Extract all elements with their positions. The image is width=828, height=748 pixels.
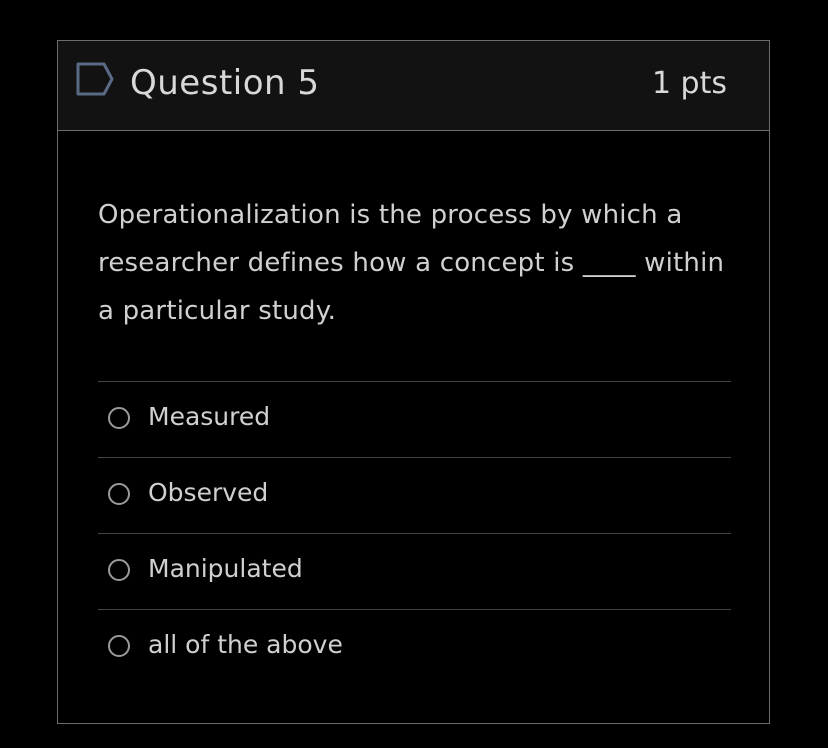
flag-icon[interactable] [74,61,116,97]
answer-list: Measured Observed Manipulated all of the… [98,381,731,685]
answer-option-all-of-the-above[interactable]: all of the above [98,609,731,685]
question-text: Operationalization is the process by whi… [98,200,725,326]
answer-label[interactable]: Observed [148,478,268,507]
radio-button[interactable] [108,635,130,657]
question-title: Question 5 [130,63,320,103]
question-points: 1 pts [651,66,727,101]
answer-option-measured[interactable]: Measured [98,381,731,457]
radio-button[interactable] [108,483,130,505]
radio-button[interactable] [108,407,130,429]
answer-label[interactable]: all of the above [148,630,343,659]
answer-label[interactable]: Manipulated [148,554,303,583]
question-header: Question 5 1 pts [58,41,769,131]
answer-option-manipulated[interactable]: Manipulated [98,533,731,609]
radio-button[interactable] [108,559,130,581]
answer-option-observed[interactable]: Observed [98,457,731,533]
answer-label[interactable]: Measured [148,402,270,431]
question-card: Question 5 1 pts Operationalization is t… [57,40,770,724]
